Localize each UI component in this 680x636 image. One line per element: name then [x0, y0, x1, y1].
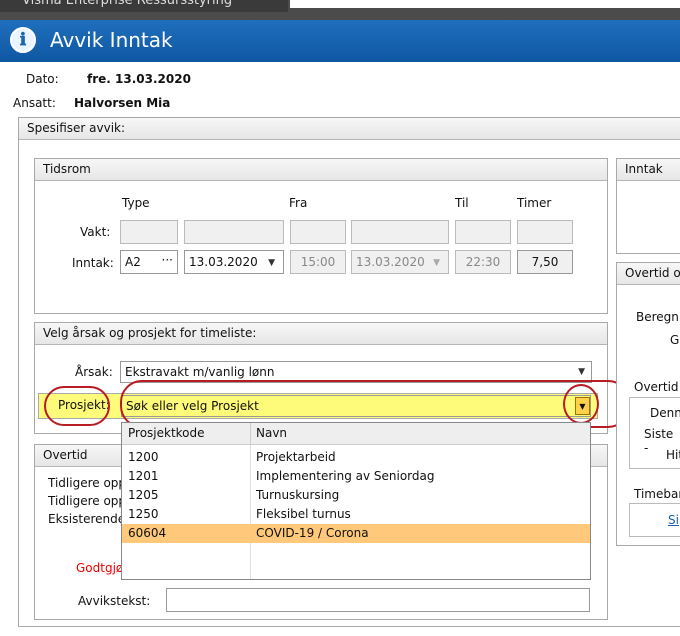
annotation-ring-label: [44, 386, 110, 426]
dropdown-row[interactable]: 1205 Turnuskursing: [122, 486, 590, 505]
dropdown-row[interactable]: 1200 Projektarbeid: [122, 448, 590, 467]
dropdown-row[interactable]: 60604 COVID-19 / Corona: [122, 524, 590, 543]
vakt-label: Vakt:: [80, 225, 111, 239]
inntak-til-time: 22:30: [455, 250, 511, 274]
overtid-side-title: Overtid o: [617, 263, 680, 285]
window-title: Visma Enterprise Ressursstyring: [22, 0, 233, 8]
vakt-til-time: [455, 220, 511, 244]
inntak-fra-date-value: 13.03.2020: [189, 255, 258, 269]
vakt-timer: [517, 220, 573, 244]
prosjekt-name: Projektarbeid: [256, 450, 336, 464]
overtid-line3: Eksisterende: [48, 512, 126, 526]
column-divider: [250, 423, 251, 445]
chevron-down-icon: ▼: [433, 258, 440, 268]
taskbar-blank: [290, 0, 680, 8]
prosjekt-dropdown-list[interactable]: Prosjektkode Navn 1200 Projektarbeid 1201 I…: [121, 422, 591, 580]
col-fra: Fra: [289, 196, 308, 210]
inntak-type-field[interactable]: A2 ···: [120, 250, 178, 274]
godtgjoring-label: Godtgjø: [76, 561, 124, 575]
vakt-fra-date: [184, 220, 284, 244]
col-prosjektkode[interactable]: Prosjektkode: [128, 426, 205, 440]
overtid-side-label: Overtid: [634, 380, 679, 394]
prosjekt-code: 1205: [128, 488, 159, 502]
annotation-ring-button: [563, 384, 599, 424]
inntak-type-value: A2: [125, 255, 141, 269]
prosjekt-name: COVID-19 / Corona: [256, 526, 369, 540]
prosjekt-code: 60604: [128, 526, 167, 540]
timebank-link[interactable]: Si: [668, 513, 679, 527]
overtid-line2: Tidligere opp: [48, 494, 127, 508]
inntak-side-title: Inntak: [617, 159, 680, 181]
aarsak-panel-title: Velg årsak og prosjekt for timeliste:: [35, 323, 607, 345]
lookup-button[interactable]: ···: [162, 249, 173, 271]
col-til: Til: [455, 196, 469, 210]
col-navn[interactable]: Navn: [256, 426, 287, 440]
timebank-label: Timeban: [634, 487, 680, 501]
chevron-down-icon[interactable]: ▼: [578, 362, 585, 382]
tidsrom-title: Tidsrom: [35, 159, 607, 181]
vakt-fra-time: [290, 220, 346, 244]
prosjekt-code: 1201: [128, 469, 159, 483]
ansatt-label: Ansatt:: [13, 96, 56, 110]
dropdown-header: Prosjektkode Navn: [122, 423, 590, 445]
dropdown-rows: 1200 Projektarbeid 1201 Implementering av S…: [122, 448, 590, 543]
inntak-fra-time: 15:00: [290, 250, 346, 274]
dropdown-row[interactable]: 1201 Implementering av Seniordag: [122, 467, 590, 486]
inntak-label: Inntak:: [72, 256, 114, 270]
inntak-fra-date[interactable]: 13.03.2020 ▼: [184, 250, 284, 274]
inntak-til-date: 13.03.2020 ▼: [351, 250, 449, 274]
dato-value: fre. 13.03.2020: [87, 72, 191, 86]
avvikstekst-input[interactable]: [166, 588, 590, 612]
vakt-type-field: [120, 220, 178, 244]
overtid-line1: Tidligere opp: [48, 476, 127, 490]
annotation-ring-field: [120, 380, 630, 428]
prosjekt-name: Fleksibel turnus: [256, 507, 351, 521]
col-timer: Timer: [517, 196, 552, 210]
info-icon: ℹ: [10, 27, 36, 53]
beregn-label: Beregn: [636, 310, 679, 324]
g-label: G: [670, 333, 680, 347]
prosjekt-name: Implementering av Seniordag: [256, 469, 435, 483]
aarsak-value: Ekstravakt m/vanlig lønn: [125, 365, 275, 379]
avvikstekst-label: Avvikstekst:: [78, 594, 151, 608]
denn-label: Denn: [650, 406, 680, 420]
aarsak-label: Årsak:: [75, 365, 113, 379]
prosjekt-code: 1200: [128, 450, 159, 464]
dialog-titlebar: ℹ Avvik Inntak: [0, 20, 680, 62]
prosjekt-code: 1250: [128, 507, 159, 521]
ansatt-value: Halvorsen Mia: [74, 96, 171, 110]
hit-label: Hit: [666, 448, 680, 462]
vakt-til-date: [351, 220, 449, 244]
inntak-timer: 7,50: [517, 250, 573, 274]
spesifiser-header: Spesifiser avvik:: [19, 118, 680, 140]
inntak-side-panel: Inntak: [616, 158, 680, 254]
prosjekt-name: Turnuskursing: [256, 488, 340, 502]
dato-label: Dato:: [26, 72, 59, 86]
col-type: Type: [122, 196, 150, 210]
dialog-title: Avvik Inntak: [50, 28, 173, 52]
inntak-til-date-value: 13.03.2020: [356, 255, 425, 269]
dropdown-row[interactable]: 1250 Fleksibel turnus: [122, 505, 590, 524]
chevron-down-icon[interactable]: ▼: [268, 252, 275, 274]
